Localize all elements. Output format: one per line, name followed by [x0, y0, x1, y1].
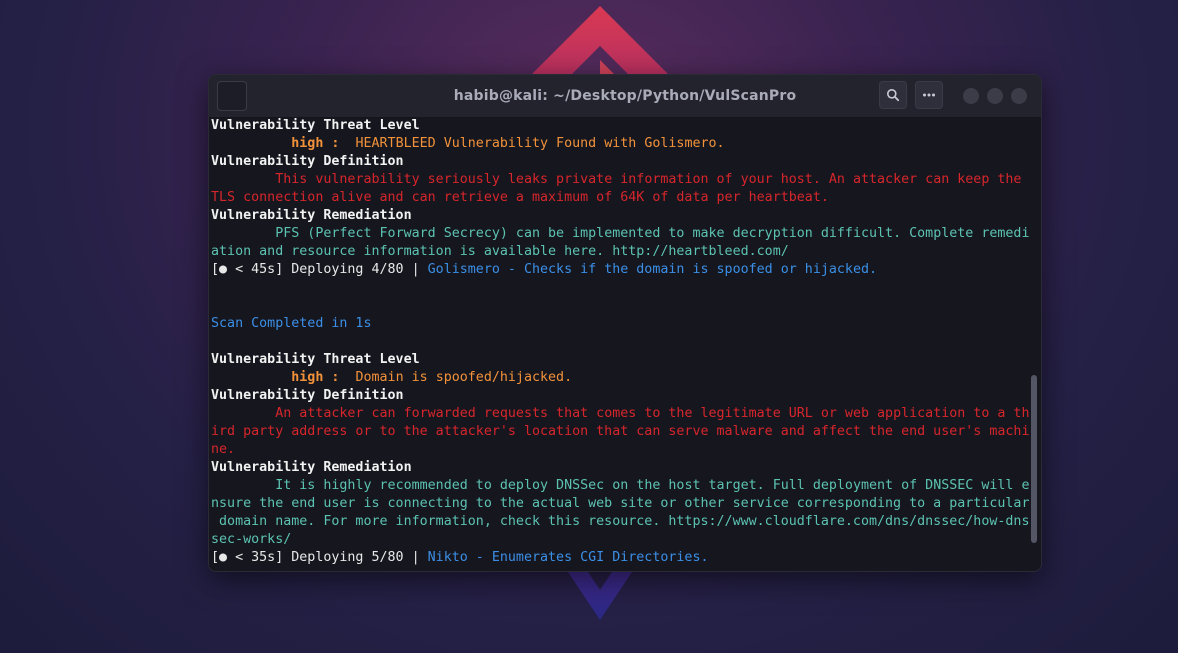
definition-text: An attacker can forwarded requests that …: [275, 406, 1030, 421]
search-icon: [887, 89, 900, 102]
severity-label: high :: [291, 370, 348, 385]
minimize-button[interactable]: [963, 88, 979, 104]
threat-level-line: high : HEARTBLEED Vulnerability Found wi…: [211, 135, 1029, 153]
remediation-line: sec-works/: [211, 532, 292, 547]
remediation-line: PFS (Perfect Forward Secrecy) can be imp…: [211, 225, 1029, 243]
remediation-text: It is highly recommended to deploy DNSSe…: [275, 478, 1030, 493]
definition-line: This vulnerability seriously leaks priva…: [211, 171, 1029, 189]
terminal-window: habib@kali: ~/Desktop/Python/VulScanPro …: [208, 74, 1042, 572]
search-button[interactable]: [879, 81, 907, 109]
title-bar[interactable]: habib@kali: ~/Desktop/Python/VulScanPro: [209, 75, 1041, 118]
scan-completed: Scan Completed in 1s: [211, 316, 372, 331]
definition-line: An attacker can forwarded requests that …: [211, 405, 1029, 423]
scrollbar-thumb[interactable]: [1031, 375, 1037, 543]
remediation-heading: Vulnerability Remediation: [211, 208, 412, 223]
definition-line: ne.: [211, 442, 236, 457]
definition-line: ird party address or to the attacker's l…: [211, 424, 1030, 439]
threat-text: HEARTBLEED Vulnerability Found with Goli…: [347, 136, 725, 151]
definition-line: TLS connection alive and can retrieve a …: [211, 190, 829, 205]
threat-level-heading: Vulnerability Threat Level: [211, 118, 420, 133]
more-dots-icon: [923, 93, 935, 97]
scrollbar[interactable]: [1031, 375, 1037, 543]
deploy-progress: [● < 35s] Deploying 5/80 |: [211, 550, 428, 565]
definition-heading: Vulnerability Definition: [211, 388, 404, 403]
definition-text: This vulnerability seriously leaks priva…: [275, 172, 1022, 187]
remediation-line: ation and resource information is availa…: [211, 244, 789, 259]
threat-level-heading: Vulnerability Threat Level: [211, 352, 420, 367]
definition-heading: Vulnerability Definition: [211, 154, 404, 169]
threat-text: Domain is spoofed/hijacked.: [347, 370, 573, 385]
deploy-description: Nikto - Enumerates CGI Directories.: [427, 550, 709, 565]
deploy-status-line: [● < 35s] Deploying 5/80 | Nikto - Enume…: [211, 549, 1029, 567]
remediation-line: nsure the end user is connecting to the …: [211, 496, 1030, 511]
deploy-status-line: [● < 45s] Deploying 4/80 | Golismero - C…: [211, 261, 1029, 279]
remediation-heading: Vulnerability Remediation: [211, 460, 412, 475]
deploy-progress: [● < 45s] Deploying 4/80 |: [211, 262, 428, 277]
severity-label: high :: [291, 136, 348, 151]
menu-button[interactable]: [915, 81, 943, 109]
close-button[interactable]: [1011, 88, 1027, 104]
threat-level-line: high : Domain is spoofed/hijacked.: [211, 369, 1029, 387]
remediation-line: It is highly recommended to deploy DNSSe…: [211, 477, 1029, 495]
maximize-button[interactable]: [987, 88, 1003, 104]
remediation-text: PFS (Perfect Forward Secrecy) can be imp…: [275, 226, 1030, 241]
remediation-line: domain name. For more information, check…: [211, 514, 1030, 529]
deploy-description: Golismero - Checks if the domain is spoo…: [427, 262, 878, 277]
terminal-output[interactable]: Vulnerability Threat Level high : HEARTB…: [209, 117, 1041, 571]
